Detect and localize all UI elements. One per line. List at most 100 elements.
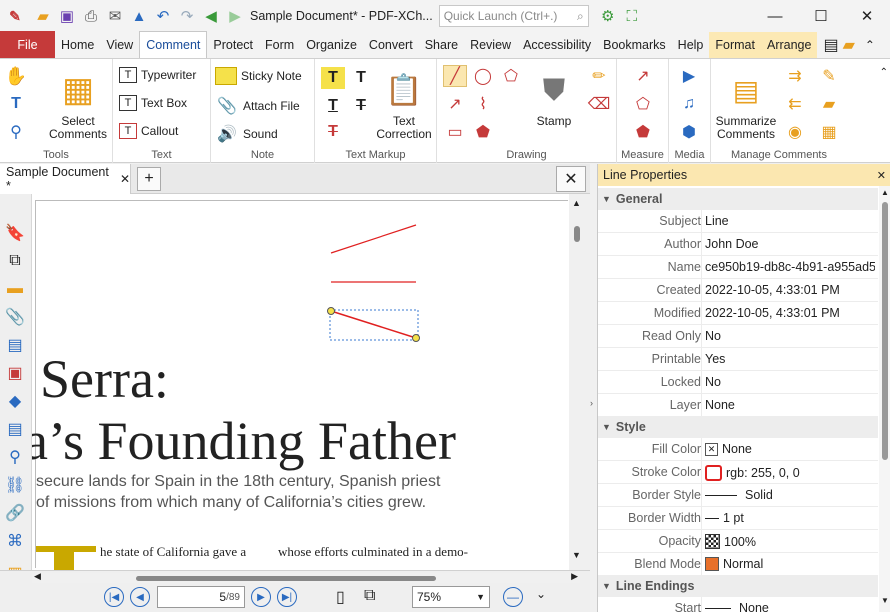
bookmarks-icon[interactable]: 🔖 bbox=[4, 222, 26, 244]
close-button[interactable]: ✕ bbox=[844, 0, 890, 32]
first-page-button[interactable]: |◀ bbox=[104, 587, 124, 607]
property-row[interactable]: Read Only No bbox=[598, 325, 878, 348]
links-icon[interactable]: 🔗 bbox=[4, 502, 26, 524]
section-style[interactable]: ▼ Style bbox=[598, 416, 878, 438]
flatten-comments-icon[interactable]: ✎ bbox=[817, 65, 841, 87]
property-row[interactable]: Printable Yes bbox=[598, 348, 878, 371]
property-row[interactable]: Author John Doe bbox=[598, 233, 878, 256]
tab-protect[interactable]: Protect bbox=[207, 32, 259, 58]
select-comments-button[interactable]: ▦ Select Comments bbox=[46, 65, 110, 141]
content-icon[interactable]: ▤ bbox=[4, 334, 26, 356]
attachments-icon[interactable]: 📎 bbox=[4, 306, 26, 328]
panel-scroll-down-icon[interactable]: ▼ bbox=[881, 596, 889, 605]
sound-button[interactable]: 🔊 Sound bbox=[215, 123, 278, 145]
scroll-right-icon[interactable]: ▶ bbox=[571, 571, 578, 582]
redo-icon[interactable]: ↷ bbox=[176, 5, 198, 27]
tab-arrange[interactable]: Arrange bbox=[760, 32, 818, 58]
typewriter-button[interactable]: T Typewriter bbox=[119, 67, 196, 83]
summarize-comments-button[interactable]: ▤ Summarize Comments bbox=[713, 65, 779, 141]
underline-icon[interactable]: T bbox=[321, 95, 345, 117]
maximize-button[interactable]: ☐ bbox=[798, 0, 844, 32]
audio-icon[interactable]: ♫ bbox=[677, 93, 701, 115]
underline-squiggly-icon[interactable]: T bbox=[349, 67, 373, 89]
save-icon[interactable]: ▣ bbox=[56, 5, 78, 27]
panel-scrollbar[interactable]: ▲ ▼ bbox=[879, 186, 890, 612]
scroll-down-icon[interactable]: ▼ bbox=[572, 550, 581, 560]
show-comments-icon[interactable]: ◉ bbox=[783, 121, 807, 143]
document-settings-icon[interactable]: ▤ bbox=[823, 35, 838, 55]
quick-launch-input[interactable]: Quick Launch (Ctrl+.) ⌕ bbox=[438, 5, 589, 27]
open-folder-icon[interactable]: ▰ bbox=[32, 5, 54, 27]
tab-convert[interactable]: Convert bbox=[363, 32, 419, 58]
import-comments-icon[interactable]: ⇉ bbox=[783, 65, 807, 87]
print-icon[interactable]: ⎙ bbox=[80, 5, 102, 27]
eraser-icon[interactable]: ⌫ bbox=[587, 93, 611, 115]
property-row[interactable]: Stroke Color rgb: 255, 0, 0 bbox=[598, 461, 878, 484]
attach-file-button[interactable]: 📎 Attach File bbox=[215, 95, 300, 117]
tools-icon[interactable]: ⚙ bbox=[597, 5, 619, 27]
ellipse-icon[interactable]: ◯ bbox=[471, 65, 495, 87]
tags-icon[interactable]: ▤ bbox=[4, 418, 26, 440]
property-row[interactable]: Opacity 100% bbox=[598, 530, 878, 553]
property-row[interactable]: Layer None bbox=[598, 394, 878, 417]
strikeout-icon[interactable]: T bbox=[349, 95, 373, 117]
panel-scroll-thumb[interactable] bbox=[882, 202, 888, 460]
scan-icon[interactable]: ▲ bbox=[128, 5, 150, 27]
text-correction-button[interactable]: 📋 Text Correction bbox=[375, 65, 433, 141]
property-row[interactable]: Locked No bbox=[598, 371, 878, 394]
zoom-select[interactable]: 75% ▼ bbox=[412, 586, 490, 608]
layers-icon[interactable]: ◆ bbox=[4, 390, 26, 412]
zoom-tool-icon[interactable]: ⚲ bbox=[4, 121, 28, 143]
section-general[interactable]: ▼ General bbox=[598, 188, 878, 210]
tab-bookmarks[interactable]: Bookmarks bbox=[597, 32, 672, 58]
property-row[interactable]: Modified 2022-10-05, 4:33:01 PM bbox=[598, 302, 878, 325]
tab-view[interactable]: View bbox=[100, 32, 139, 58]
3d-icon[interactable]: ⬢ bbox=[677, 121, 701, 143]
email-icon[interactable]: ✉ bbox=[104, 5, 126, 27]
last-page-button[interactable]: ▶| bbox=[277, 587, 297, 607]
next-page-button[interactable]: ▶ bbox=[251, 587, 271, 607]
fields-icon[interactable]: ▣ bbox=[4, 362, 26, 384]
new-tab-button[interactable]: + bbox=[137, 167, 161, 191]
pencil-icon[interactable]: ✏ bbox=[587, 65, 611, 87]
comments-icon[interactable]: ▬ bbox=[4, 278, 26, 300]
pages-icon[interactable]: ⧉ bbox=[4, 250, 26, 272]
tab-form[interactable]: Form bbox=[259, 32, 300, 58]
video-icon[interactable]: ▶ bbox=[677, 65, 701, 87]
property-row[interactable]: Name ce950b19-db8c-4b91-a955ad5.. bbox=[598, 256, 878, 279]
tab-accessibility[interactable]: Accessibility bbox=[517, 32, 597, 58]
highlight-icon[interactable]: T bbox=[321, 67, 345, 89]
single-page-icon[interactable]: ▯ bbox=[336, 587, 345, 607]
forward-icon[interactable]: ▶ bbox=[224, 5, 246, 27]
tab-help[interactable]: Help bbox=[672, 32, 710, 58]
tab-comment[interactable]: Comment bbox=[139, 31, 208, 58]
fullscreen-icon[interactable]: ⛶ bbox=[621, 5, 643, 27]
page-number-field[interactable]: 5/89 bbox=[157, 586, 245, 608]
property-row[interactable]: Subject Line bbox=[598, 210, 878, 233]
structure-icon[interactable]: ⛓ bbox=[4, 474, 26, 496]
hand-icon[interactable]: ✋ bbox=[4, 65, 28, 87]
vertical-scrollbar[interactable]: ▲ ▼ bbox=[569, 194, 585, 570]
comment-filter-icon[interactable]: ▦ bbox=[817, 121, 841, 143]
scroll-left-icon[interactable]: ◀ bbox=[34, 571, 41, 582]
tag-icon[interactable]: ⌘ bbox=[4, 530, 26, 552]
area-icon[interactable]: ⬟ bbox=[631, 121, 655, 143]
scroll-up-icon[interactable]: ▲ bbox=[572, 198, 581, 208]
property-row[interactable]: Fill Color ✕ None bbox=[598, 438, 878, 461]
perimeter-icon[interactable]: ⬠ bbox=[631, 93, 655, 115]
back-icon[interactable]: ◀ bbox=[200, 5, 222, 27]
panel-splitter[interactable]: › bbox=[586, 194, 597, 612]
tab-share[interactable]: Share bbox=[419, 32, 464, 58]
tab-format[interactable]: Format bbox=[709, 32, 761, 58]
property-row[interactable]: Blend Mode Normal bbox=[598, 553, 878, 576]
document-tab[interactable]: Sample Document * ✕ bbox=[0, 164, 131, 194]
prev-page-button[interactable]: ◀ bbox=[130, 587, 150, 607]
replace-text-icon[interactable]: T bbox=[321, 121, 345, 143]
polyline-icon[interactable]: ⌇ bbox=[471, 93, 495, 115]
polygon-icon[interactable]: ⬠ bbox=[499, 65, 523, 87]
text-box-button[interactable]: T Text Box bbox=[119, 95, 187, 111]
file-menu[interactable]: File bbox=[0, 31, 55, 58]
export-comments-icon[interactable]: ⇇ bbox=[783, 93, 807, 115]
panel-scroll-up-icon[interactable]: ▲ bbox=[881, 188, 889, 197]
tab-review[interactable]: Review bbox=[464, 32, 517, 58]
